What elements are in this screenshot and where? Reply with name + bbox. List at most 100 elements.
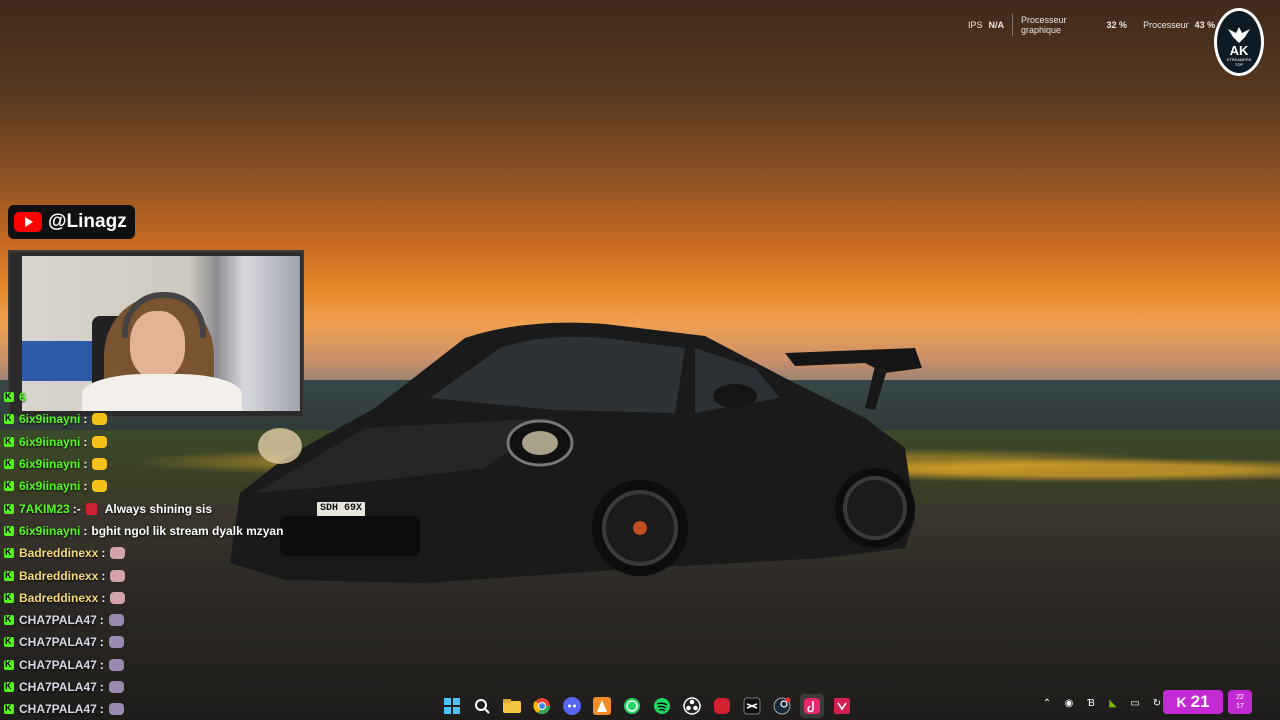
chrome-icon[interactable] (530, 694, 554, 718)
kick-icon (4, 525, 14, 536)
kick-viewer-count: 21 (1190, 692, 1210, 711)
windows-start-icon[interactable] (440, 694, 464, 718)
chat-message: CHA7PALA47: (4, 654, 304, 676)
chat-emote-icon (108, 636, 124, 649)
channel-handle: @Linagz (48, 211, 127, 232)
chat-dash: - (76, 501, 81, 516)
network-icon[interactable]: ▭ (1128, 696, 1142, 710)
tiktok-icon[interactable] (800, 694, 824, 718)
chat-emote-icon (85, 502, 97, 515)
calendar-sub: 17 (1236, 703, 1244, 710)
gpu-label-line1: Processeur (1021, 15, 1067, 25)
chat-username[interactable]: Badreddinexx (19, 591, 98, 605)
fps-value: N/A (988, 20, 1005, 30)
logo-badge: AK STREAMERS TOP (1217, 11, 1261, 73)
app-pink-icon[interactable] (830, 694, 854, 718)
kick-icon (4, 659, 14, 670)
kick-icon (4, 436, 14, 447)
gpu-value: 32 % (1106, 20, 1128, 30)
chat-separator: : (99, 635, 104, 650)
youtube-icon (14, 212, 42, 232)
chat-emote-icon (110, 547, 126, 560)
app-red-icon[interactable] (710, 694, 734, 718)
capcut-icon[interactable] (740, 694, 764, 718)
calendar-day: 22 (1236, 694, 1244, 701)
chat-username[interactable]: Badreddinexx (19, 569, 98, 583)
chat-message: CHA7PALA47: (4, 631, 304, 653)
cpu-value: 43 % (1194, 20, 1216, 30)
kick-icon (4, 592, 14, 603)
chat-separator: : (83, 479, 88, 494)
kick-icon (4, 458, 14, 470)
kick-icon (4, 547, 14, 559)
kick-icon (4, 480, 14, 492)
chat-emote-icon (108, 658, 124, 671)
kick-viewer-badge: K 21 (1163, 690, 1223, 714)
steam-icon[interactable] (770, 694, 794, 718)
chat-username[interactable]: 6ix9iinayni (19, 457, 80, 471)
chat-username[interactable]: CHA7PALA47 (19, 613, 97, 627)
chat-username[interactable]: CHA7PALA47 (19, 658, 97, 672)
kick-icon (4, 413, 14, 425)
logo-line2: TOP (1234, 62, 1244, 67)
chat-separator: : (99, 657, 104, 672)
ak-streamers-logo: AK STREAMERS TOP (1214, 8, 1264, 76)
search-icon[interactable] (470, 694, 494, 718)
chat-message: 6ix9iinayni:bghit ngol lik stream dyalk … (4, 520, 304, 542)
calendar-badge[interactable]: 22 17 (1228, 690, 1252, 714)
chat-message: Badreddinexx: (4, 542, 304, 564)
chat-username[interactable]: 6 (19, 390, 26, 404)
chat-separator: : (101, 546, 106, 561)
nvidia-icon[interactable]: ◣ (1106, 696, 1120, 710)
fps-stat: IPS N/A (960, 20, 1012, 30)
chat-separator: : (101, 590, 106, 605)
chat-separator: : (83, 523, 88, 538)
discord-icon[interactable] (560, 694, 584, 718)
chat-emote-icon (92, 480, 108, 493)
sync-icon[interactable]: ↻ (1150, 696, 1164, 710)
chat-message: 6ix9iinayni: (4, 431, 304, 453)
chat-message: 6ix9iinayni: (4, 408, 304, 430)
chat-username[interactable]: 7AKIM23 (19, 502, 70, 516)
spotify-icon[interactable] (650, 694, 674, 718)
kick-icon: K (1176, 694, 1187, 710)
chat-username[interactable]: 6ix9iinayni (19, 435, 80, 449)
chat-emote-icon (92, 435, 108, 448)
chat-separator: : (83, 412, 88, 427)
gpu-stat: Processeur graphique 32 % (1013, 15, 1135, 35)
chat-text: Always shining sis (104, 501, 213, 516)
chat-username[interactable]: 6ix9iinayni (19, 479, 80, 493)
chat-username[interactable]: CHA7PALA47 (19, 635, 97, 649)
license-plate: SDH 69X (317, 502, 365, 516)
chat-emote-icon (110, 591, 126, 604)
file-explorer-icon[interactable] (500, 694, 524, 718)
chat-message: 7AKIM23: -Always shining sis (4, 497, 304, 519)
tray-app-icon[interactable]: ◉ (1062, 696, 1076, 710)
chat-message: 6ix9iinayni: (4, 475, 304, 497)
chat-emote-icon (108, 614, 124, 627)
whatsapp-icon[interactable] (620, 694, 644, 718)
chat-username[interactable]: 6ix9iinayni (19, 412, 80, 426)
vlc-icon[interactable] (590, 694, 614, 718)
chat-separator: : (99, 613, 104, 628)
gpu-label-line2: graphique (1021, 25, 1062, 35)
chat-text: bghit ngol lik stream dyalk mzyan (91, 523, 284, 538)
headset-icon (122, 292, 206, 338)
chat-message: CHA7PALA47: (4, 609, 304, 631)
chat-emote-icon (92, 458, 108, 471)
chat-separator: : (101, 568, 106, 583)
cpu-label: Processeur (1143, 20, 1189, 30)
wallpaper-car (230, 322, 922, 583)
obs-icon[interactable] (680, 694, 704, 718)
chat-username[interactable]: 6ix9iinayni (19, 524, 80, 538)
chat-emote-icon (110, 569, 126, 582)
kick-icon (4, 636, 14, 648)
chat-overlay: 66ix9iinayni:6ix9iinayni:6ix9iinayni:6ix… (4, 386, 304, 720)
chevron-up-icon[interactable]: ⌃ (1040, 696, 1054, 710)
chat-message: Badreddinexx: (4, 587, 304, 609)
bluetooth-icon[interactable]: Ɓ (1084, 696, 1098, 710)
fps-label: IPS (968, 20, 983, 30)
logo-title: AK (1229, 43, 1249, 58)
phoenix-icon (1228, 27, 1250, 43)
chat-username[interactable]: Badreddinexx (19, 546, 98, 560)
